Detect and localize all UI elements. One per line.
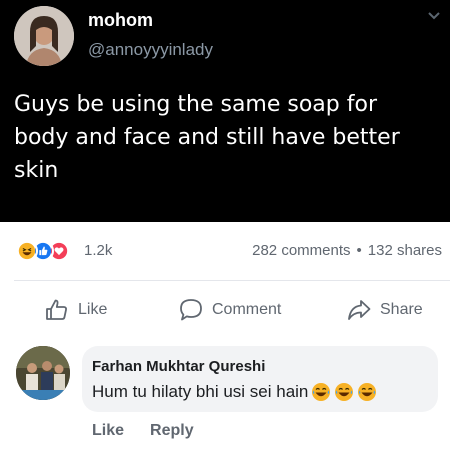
comment-button[interactable]: Comment [178, 296, 281, 324]
laughing-crying-emoji-icon [312, 383, 331, 401]
divider [14, 280, 450, 281]
comment-author[interactable]: Farhan Mukhtar Qureshi [92, 358, 265, 375]
reaction-count[interactable]: 1.2k [84, 242, 112, 259]
chevron-down-icon[interactable] [426, 8, 442, 24]
share-arrow-icon [348, 300, 371, 320]
comment-label: Comment [212, 301, 282, 318]
laughing-crying-emoji-icon [358, 383, 377, 401]
share-button[interactable]: Share [346, 296, 423, 324]
comment-avatar[interactable] [16, 346, 70, 400]
thumbs-up-icon [46, 299, 67, 320]
tweet-text: Guys be using the same soap for body and… [14, 92, 400, 183]
reaction-icons[interactable] [16, 240, 86, 264]
haha-icon [16, 240, 38, 262]
comments-count[interactable]: 282 comments [252, 242, 350, 259]
comment-icon [180, 299, 202, 321]
shares-count[interactable]: 132 shares [368, 242, 442, 259]
stats-separator: • [356, 242, 362, 259]
comment-bubble: Farhan Mukhtar Qureshi Hum tu hilaty bhi… [82, 346, 438, 412]
like-label: Like [78, 301, 108, 318]
comment-body: Hum tu hilaty bhi usi sei hain [92, 382, 309, 401]
comment-reply-button[interactable]: Reply [150, 422, 194, 440]
comment-actions: Like Reply [92, 422, 194, 440]
comment-text: Hum tu hilaty bhi usi sei hain [92, 382, 377, 402]
tweet-screenshot: mohom @annoyyyinlady Guys be using the s… [0, 0, 450, 222]
post-stats: 282 comments • 132 shares [252, 242, 442, 259]
action-bar: Like Comment Share [0, 290, 450, 330]
tweet-avatar[interactable] [14, 6, 74, 66]
share-label: Share [380, 301, 423, 318]
comment-like-button[interactable]: Like [92, 422, 124, 440]
like-button[interactable]: Like [44, 296, 107, 324]
tweet-display-name[interactable]: mohom [88, 10, 153, 31]
reactions-row: 1.2k 282 comments • 132 shares [0, 236, 450, 268]
laughing-crying-emoji-icon [335, 383, 354, 401]
tweet-handle[interactable]: @annoyyyinlady [88, 40, 213, 60]
